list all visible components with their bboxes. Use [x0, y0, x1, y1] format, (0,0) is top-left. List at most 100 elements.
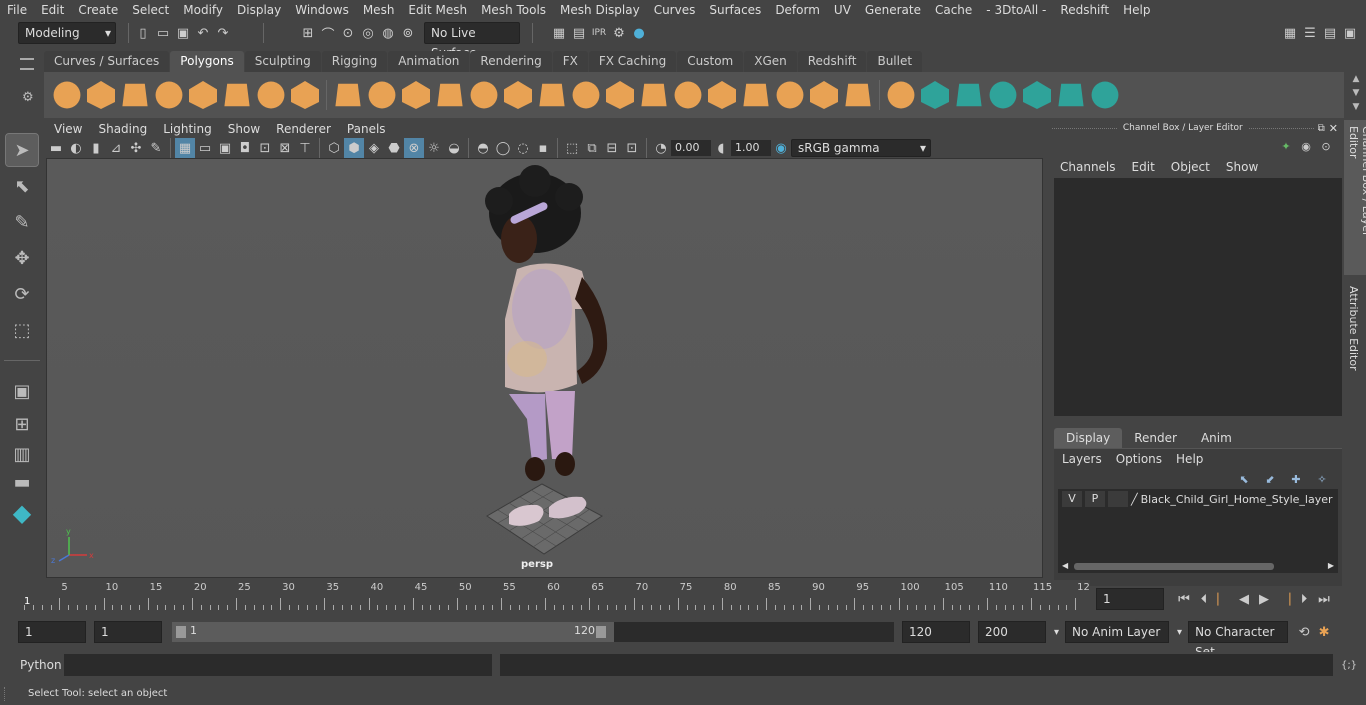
- frame-all-icon[interactable]: ⊡: [622, 138, 642, 158]
- playback-end-field[interactable]: 120: [902, 621, 970, 643]
- menu-cache[interactable]: Cache: [928, 0, 979, 20]
- create-ncloth-icon[interactable]: [1091, 81, 1119, 109]
- play-backward-icon[interactable]: ◀: [1234, 589, 1254, 609]
- layer-name[interactable]: Black_Child_Girl_Home_Style_layer: [1141, 493, 1333, 506]
- anim-layer-field[interactable]: No Anim Layer: [1065, 621, 1170, 643]
- layer-tab-anim[interactable]: Anim: [1188, 428, 1244, 448]
- display-type-toggle[interactable]: [1108, 491, 1128, 507]
- close-icon[interactable]: ✕: [1329, 122, 1338, 135]
- undo-icon[interactable]: ↶: [193, 23, 213, 43]
- textured-icon[interactable]: ⬣: [384, 138, 404, 158]
- viewport-menu-renderer[interactable]: Renderer: [268, 120, 339, 138]
- axis-display-icon[interactable]: ✦: [1276, 136, 1296, 156]
- exposure-icon[interactable]: ◔: [651, 138, 671, 158]
- channel-box-side-tab[interactable]: Channel Box / Layer Editor: [1344, 120, 1366, 275]
- live-surface-field[interactable]: No Live Surface: [424, 22, 520, 60]
- poly-torus-icon[interactable]: [224, 83, 250, 107]
- poly-cone-icon[interactable]: [155, 81, 183, 109]
- script-type-label[interactable]: Python: [20, 658, 62, 672]
- open-scene-icon[interactable]: ▭: [153, 23, 173, 43]
- ipr-icon[interactable]: IPR: [589, 23, 609, 43]
- gamma-icon[interactable]: ◖: [711, 138, 731, 158]
- channel-menu-edit[interactable]: Edit: [1132, 160, 1155, 174]
- snap-surface-icon[interactable]: ◍: [378, 23, 398, 43]
- render-settings-icon[interactable]: ⚙: [609, 23, 629, 43]
- anim-prefs-icon[interactable]: ✱: [1314, 622, 1334, 642]
- menu-mesh-display[interactable]: Mesh Display: [553, 0, 647, 20]
- field-chart-icon[interactable]: ⊡: [255, 138, 275, 158]
- grip-handle[interactable]: [4, 686, 20, 701]
- channel-menu-channels[interactable]: Channels: [1060, 160, 1116, 174]
- shelf-tab-bullet[interactable]: Bullet: [867, 51, 923, 72]
- camera-select-icon[interactable]: ▬: [46, 138, 66, 158]
- film-gate-icon[interactable]: ▭: [195, 138, 215, 158]
- move-layer-down-icon[interactable]: ⬋: [1260, 469, 1280, 489]
- redo-icon[interactable]: ↷: [213, 23, 233, 43]
- scene-start-field[interactable]: 1: [18, 621, 86, 643]
- single-view-icon[interactable]: ▣: [6, 375, 38, 407]
- shelf-scroll[interactable]: ▲ ▼ ▼: [1346, 72, 1366, 118]
- paint-select-icon[interactable]: ✎: [6, 206, 38, 238]
- menu-deform[interactable]: Deform: [768, 0, 827, 20]
- scene-end-field[interactable]: 200: [978, 621, 1046, 643]
- safe-action-icon[interactable]: ⊠: [275, 138, 295, 158]
- menu-display[interactable]: Display: [230, 0, 288, 20]
- auto-uv-icon[interactable]: [845, 83, 871, 107]
- gamma-field[interactable]: 1.00: [731, 140, 771, 156]
- bevel-icon[interactable]: [572, 81, 600, 109]
- render-sequence-icon[interactable]: ▤: [569, 23, 589, 43]
- xray-components-icon[interactable]: ⊟: [602, 138, 622, 158]
- snap-point-icon[interactable]: ⊙: [338, 23, 358, 43]
- panel-grip[interactable]: [1052, 127, 1117, 129]
- xray-icon[interactable]: ⬚: [562, 138, 582, 158]
- gear-icon[interactable]: ⚙: [22, 90, 34, 105]
- shelf-tab-xgen[interactable]: XGen: [744, 51, 797, 72]
- menu-3dtoall[interactable]: - 3DtoAll -: [979, 0, 1053, 20]
- poly-cube-icon[interactable]: [87, 81, 115, 109]
- menu-curves[interactable]: Curves: [647, 0, 703, 20]
- poly-pipe-icon[interactable]: [291, 81, 319, 109]
- shelf-menu-icon[interactable]: [20, 58, 34, 70]
- new-scene-icon[interactable]: ▯: [133, 23, 153, 43]
- menu-redshift[interactable]: Redshift: [1053, 0, 1116, 20]
- layer-menu-options[interactable]: Options: [1116, 452, 1162, 466]
- combine-icon[interactable]: [335, 83, 361, 107]
- offset-edge-loop-icon[interactable]: [743, 83, 769, 107]
- character-model[interactable]: [485, 165, 608, 526]
- step-forward-key-icon[interactable]: ⎹: [1274, 589, 1294, 609]
- menu-mesh-tools[interactable]: Mesh Tools: [474, 0, 553, 20]
- append-polygon-icon[interactable]: [776, 81, 804, 109]
- auto-key-icon[interactable]: ⟲: [1294, 622, 1314, 642]
- planar-uv-icon[interactable]: [810, 81, 838, 109]
- camera-attr-icon[interactable]: ◐: [66, 138, 86, 158]
- make-live-icon[interactable]: ⊚: [398, 23, 418, 43]
- channel-menu-show[interactable]: Show: [1226, 160, 1258, 174]
- fill-hole-icon[interactable]: [674, 81, 702, 109]
- outliner-layout-icon[interactable]: ▥: [6, 441, 38, 467]
- range-slider[interactable]: 1 120: [172, 622, 894, 642]
- convert-cloth-icon[interactable]: [921, 81, 949, 109]
- playback-start-field[interactable]: 1: [94, 621, 162, 643]
- layer-menu-layers[interactable]: Layers: [1062, 452, 1102, 466]
- grid-icon[interactable]: ▦: [175, 138, 195, 158]
- step-back-icon[interactable]: ⏴: [1194, 589, 1214, 609]
- menu-uv[interactable]: UV: [827, 0, 858, 20]
- viewport-menu-lighting[interactable]: Lighting: [155, 120, 220, 138]
- script-editor-icon[interactable]: {;}: [1339, 655, 1359, 675]
- snap-grid-icon[interactable]: ⊞: [298, 23, 318, 43]
- attribute-editor-side-tab[interactable]: Attribute Editor: [1344, 280, 1366, 380]
- viewport-menu-panels[interactable]: Panels: [339, 120, 394, 138]
- mirror-icon[interactable]: [402, 81, 430, 109]
- bridge-icon[interactable]: [539, 83, 565, 107]
- poly-plane-icon[interactable]: [189, 81, 217, 109]
- playback-toggle[interactable]: P: [1085, 491, 1105, 507]
- nucleus-icon[interactable]: [1023, 81, 1051, 109]
- menu-edit[interactable]: Edit: [34, 0, 71, 20]
- layer-tab-display[interactable]: Display: [1054, 428, 1123, 448]
- chevron-down-icon[interactable]: ▾: [1177, 627, 1182, 638]
- layer-color-icon[interactable]: ╱: [1131, 493, 1138, 506]
- snap-curve-icon[interactable]: ⌒: [318, 23, 338, 43]
- time-slider[interactable]: 5 10 15 20 25 30 35 40 45 50 55 60 65 70 75 80 85 90 95 100…: [20, 580, 1090, 612]
- shelf-tab-polygons[interactable]: Polygons: [170, 51, 244, 72]
- menu-file[interactable]: File: [0, 0, 34, 20]
